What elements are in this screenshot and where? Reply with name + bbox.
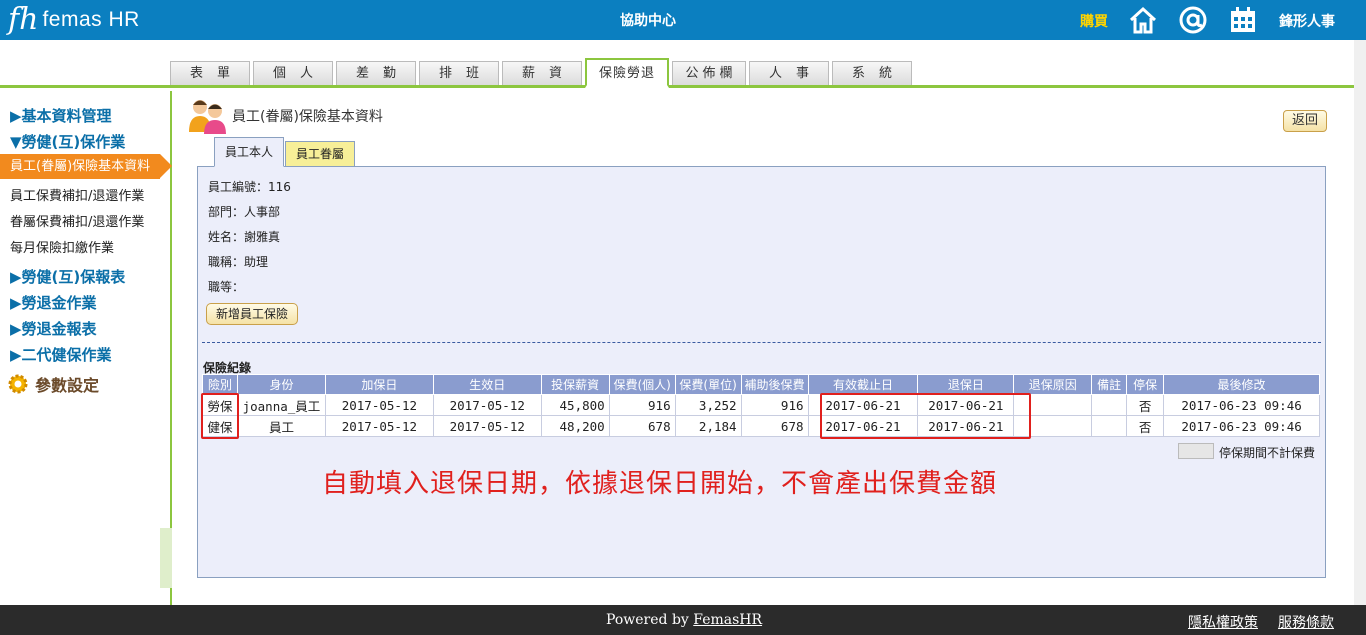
col-header: 投保薪資 [540,374,610,395]
cell-last-modified: 2017-06-23 09:46 [1163,415,1320,437]
cell-suspended: 否 [1126,415,1165,437]
tab-insurance[interactable]: 保險勞退 [585,58,669,88]
highlight-box-type [201,393,239,439]
employee-id: 員工編號：116 [208,180,291,194]
cell-effective-date: 2017-05-12 [432,415,542,437]
col-header: 身份 [236,374,326,395]
col-header: 備註 [1091,374,1128,395]
tab-salary[interactable]: 薪資 [502,61,582,85]
cell-remark [1091,394,1128,416]
col-header: 保費(單位) [674,374,742,395]
sidebar-item-employee-insurance[interactable]: 員工(眷屬)保險基本資料 [0,154,172,179]
logo-text: femas HR [42,8,140,31]
col-header: 補助後保費 [740,374,809,395]
tab-system[interactable]: 系統 [832,61,912,85]
top-header: fh femas HR 協助中心 購買 鋒形人事 [0,0,1366,40]
tab-bulletin[interactable]: 公佈欄 [672,61,746,85]
logo-mark: fh [8,2,39,37]
employee-name: 姓名：謝雅真 [208,230,281,244]
cell-premium-personal: 678 [608,415,676,437]
col-header: 停保 [1126,374,1165,395]
home-icon[interactable] [1128,5,1158,35]
sidebar-param-settings[interactable]: 參數設定 [6,372,99,396]
employee-dept: 部門：人事部 [208,205,281,219]
legend-swatch [1178,443,1214,459]
cell-premium-employer: 2,184 [674,415,742,437]
subtab-employee[interactable]: 員工本人 [214,137,284,167]
col-header: 退保日 [917,374,1015,395]
help-center-link[interactable]: 協助中心 [620,10,676,30]
sidebar-group-nhi2[interactable]: ▶二代健保作業 [10,344,112,365]
privacy-link[interactable]: 隱私權政策 [1188,612,1258,632]
highlight-box-dates [820,393,1031,439]
cell-insured-salary: 45,800 [540,394,610,416]
at-icon[interactable] [1178,5,1208,35]
cell-identity: 員工 [236,415,326,437]
cell-premium-subsidized: 916 [740,394,809,416]
femas-logo[interactable]: fh femas HR [8,4,140,36]
cell-enroll-date: 2017-05-12 [324,394,434,416]
cell-premium-subsidized: 678 [740,415,809,437]
col-header: 加保日 [324,374,434,395]
subtab-dependents[interactable]: 員工眷屬 [285,141,355,167]
tab-personal[interactable]: 個人 [253,61,333,85]
cell-suspended: 否 [1126,394,1165,416]
insurance-records-table: 險別 身份 加保日 生效日 投保薪資 保費(個人) 保費(單位) 補助後保費 有… [202,374,1320,437]
employee-grade: 職等： [208,280,245,294]
legend-text: 停保期間不計保費 [1219,446,1316,460]
col-header: 險別 [202,374,238,395]
cell-identity: joanna_員工 [236,394,326,416]
powered-by: Powered by FemasHR [606,612,762,628]
calendar-icon[interactable] [1228,5,1258,35]
col-header: 生效日 [432,374,542,395]
tab-hr[interactable]: 人事 [749,61,829,85]
employee-insurance-panel: 員工編號：116 部門：人事部 姓名：謝雅真 職稱：助理 職等： 新增員工保險 … [197,166,1326,578]
buy-link[interactable]: 購買 [1080,11,1108,31]
gear-icon [8,374,28,394]
cell-effective-date: 2017-05-12 [432,394,542,416]
people-icon [189,100,226,134]
sidebar-group-pension-report[interactable]: ▶勞退金報表 [10,318,97,339]
module-tabs: 表單 個人 差勤 排班 薪資 保險勞退 公佈欄 人事 系統 [0,58,1366,88]
cell-premium-employer: 3,252 [674,394,742,416]
sidebar-group-basic[interactable]: ▶基本資料管理 [10,105,112,126]
tab-forms[interactable]: 表單 [170,61,250,85]
table-row[interactable]: 勞保 joanna_員工 2017-05-12 2017-05-12 45,80… [202,394,1320,416]
sidebar-collapse-handle[interactable] [160,528,172,588]
cell-remark [1091,415,1128,437]
cell-last-modified: 2017-06-23 09:46 [1163,394,1320,416]
sidebar-group-insurance-report[interactable]: ▶勞健(互)保報表 [10,266,125,287]
cell-enroll-date: 2017-05-12 [324,415,434,437]
sidebar-item-dependent-premium[interactable]: 眷屬保費補扣/退還作業 [10,211,144,230]
sidebar: ▶基本資料管理 ▼勞健(互)保作業 員工(眷屬)保險基本資料 員工保費補扣/退還… [0,91,172,605]
col-header: 最後修改 [1163,374,1320,395]
col-header: 保費(個人) [608,374,676,395]
terms-link[interactable]: 服務條款 [1278,612,1334,632]
sidebar-group-pension[interactable]: ▶勞退金作業 [10,292,97,313]
tab-shift[interactable]: 排班 [419,61,499,85]
tab-attendance[interactable]: 差勤 [336,61,416,85]
table-header-row: 險別 身份 加保日 生效日 投保薪資 保費(個人) 保費(單位) 補助後保費 有… [202,374,1320,395]
table-row[interactable]: 健保 員工 2017-05-12 2017-05-12 48,200 678 2… [202,415,1320,437]
sidebar-item-employee-premium[interactable]: 員工保費補扣/退還作業 [10,185,144,204]
cell-premium-personal: 916 [608,394,676,416]
sidebar-group-insurance[interactable]: ▼勞健(互)保作業 [10,131,125,152]
cell-insured-salary: 48,200 [540,415,610,437]
employee-title: 職稱：助理 [208,255,269,269]
scrollbar[interactable] [1354,40,1366,605]
param-label: 參數設定 [35,376,100,395]
col-header: 退保原因 [1013,374,1093,395]
annotation-note: 自動填入退保日期，依據退保日開始，不會產出保費金額 [322,469,998,499]
powered-prefix: Powered by [606,612,694,628]
femashr-link[interactable]: FemasHR [693,612,762,628]
sidebar-item-monthly-deduction[interactable]: 每月保險扣繳作業 [10,237,114,256]
user-name[interactable]: 鋒形人事 [1279,11,1335,31]
page-title: 員工(眷屬)保險基本資料 [232,109,383,125]
back-button[interactable]: 返回 [1283,110,1327,132]
add-insurance-button[interactable]: 新增員工保險 [206,303,298,325]
col-header: 有效截止日 [807,374,919,395]
footer: Powered by FemasHR 隱私權政策 服務條款 [0,605,1366,635]
divider [202,342,1321,343]
